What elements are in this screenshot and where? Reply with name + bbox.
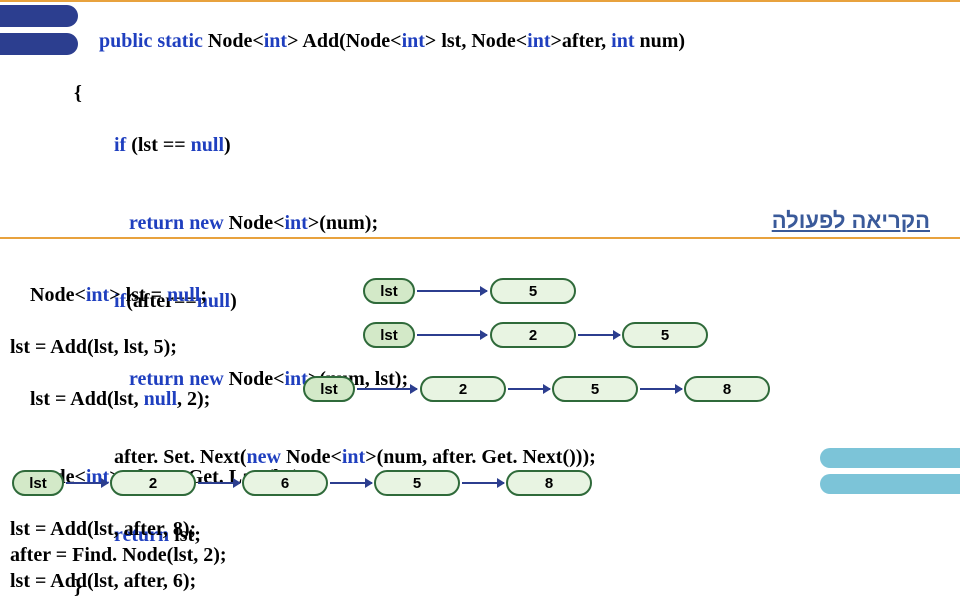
arrow-row4-4	[462, 482, 504, 484]
arrow-row2-1	[417, 334, 487, 336]
arrow-row2-2	[578, 334, 620, 336]
arrow-row4-2	[198, 482, 240, 484]
hebrew-caption: הקריאה לפעולה	[772, 208, 930, 234]
node-row1-1: 5	[490, 278, 576, 304]
lst-bubble-row3: lst	[303, 376, 355, 402]
node-row4-3: 5	[374, 470, 460, 496]
blob-right-1	[820, 448, 960, 468]
blob-right-2	[820, 474, 960, 494]
arrow-row4-3	[330, 482, 372, 484]
arrow-row3-1	[357, 388, 417, 390]
node-row3-2: 5	[552, 376, 638, 402]
node-row2-2: 5	[622, 322, 708, 348]
node-row4-4: 8	[506, 470, 592, 496]
node-row4-2: 6	[242, 470, 328, 496]
node-row2-1: 2	[490, 322, 576, 348]
blob-left-1	[0, 5, 78, 27]
node-row3-3: 8	[684, 376, 770, 402]
arrow-row3-2	[508, 388, 550, 390]
arrow-row4-1	[66, 482, 108, 484]
lst-bubble-row4: lst	[12, 470, 64, 496]
node-row4-1: 2	[110, 470, 196, 496]
blob-left-2	[0, 33, 78, 55]
code-block-example-calls: Node<int> lst = null; lst = Add(lst, lst…	[10, 256, 307, 594]
arrow-row3-3	[640, 388, 682, 390]
lst-bubble-row2: lst	[363, 322, 415, 348]
lst-bubble-row1: lst	[363, 278, 415, 304]
node-row3-1: 2	[420, 376, 506, 402]
arrow-row1-1	[417, 290, 487, 292]
